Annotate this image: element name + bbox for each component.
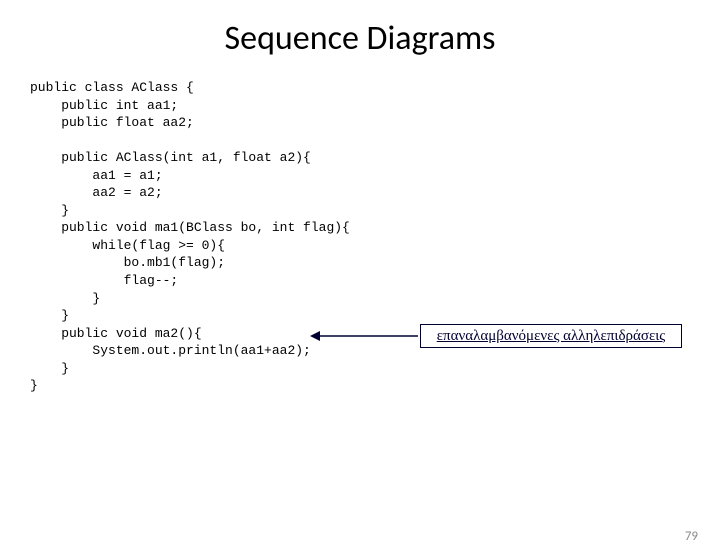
callout-box: επαναλαμβανόμενες αλληλεπιδράσεις (420, 324, 682, 348)
arrow-icon (310, 328, 420, 344)
callout-text: επαναλαμβανόμενες αλληλεπιδράσεις (437, 328, 666, 345)
page-title: Sequence Diagrams (0, 18, 720, 59)
page-number: 79 (685, 529, 698, 540)
